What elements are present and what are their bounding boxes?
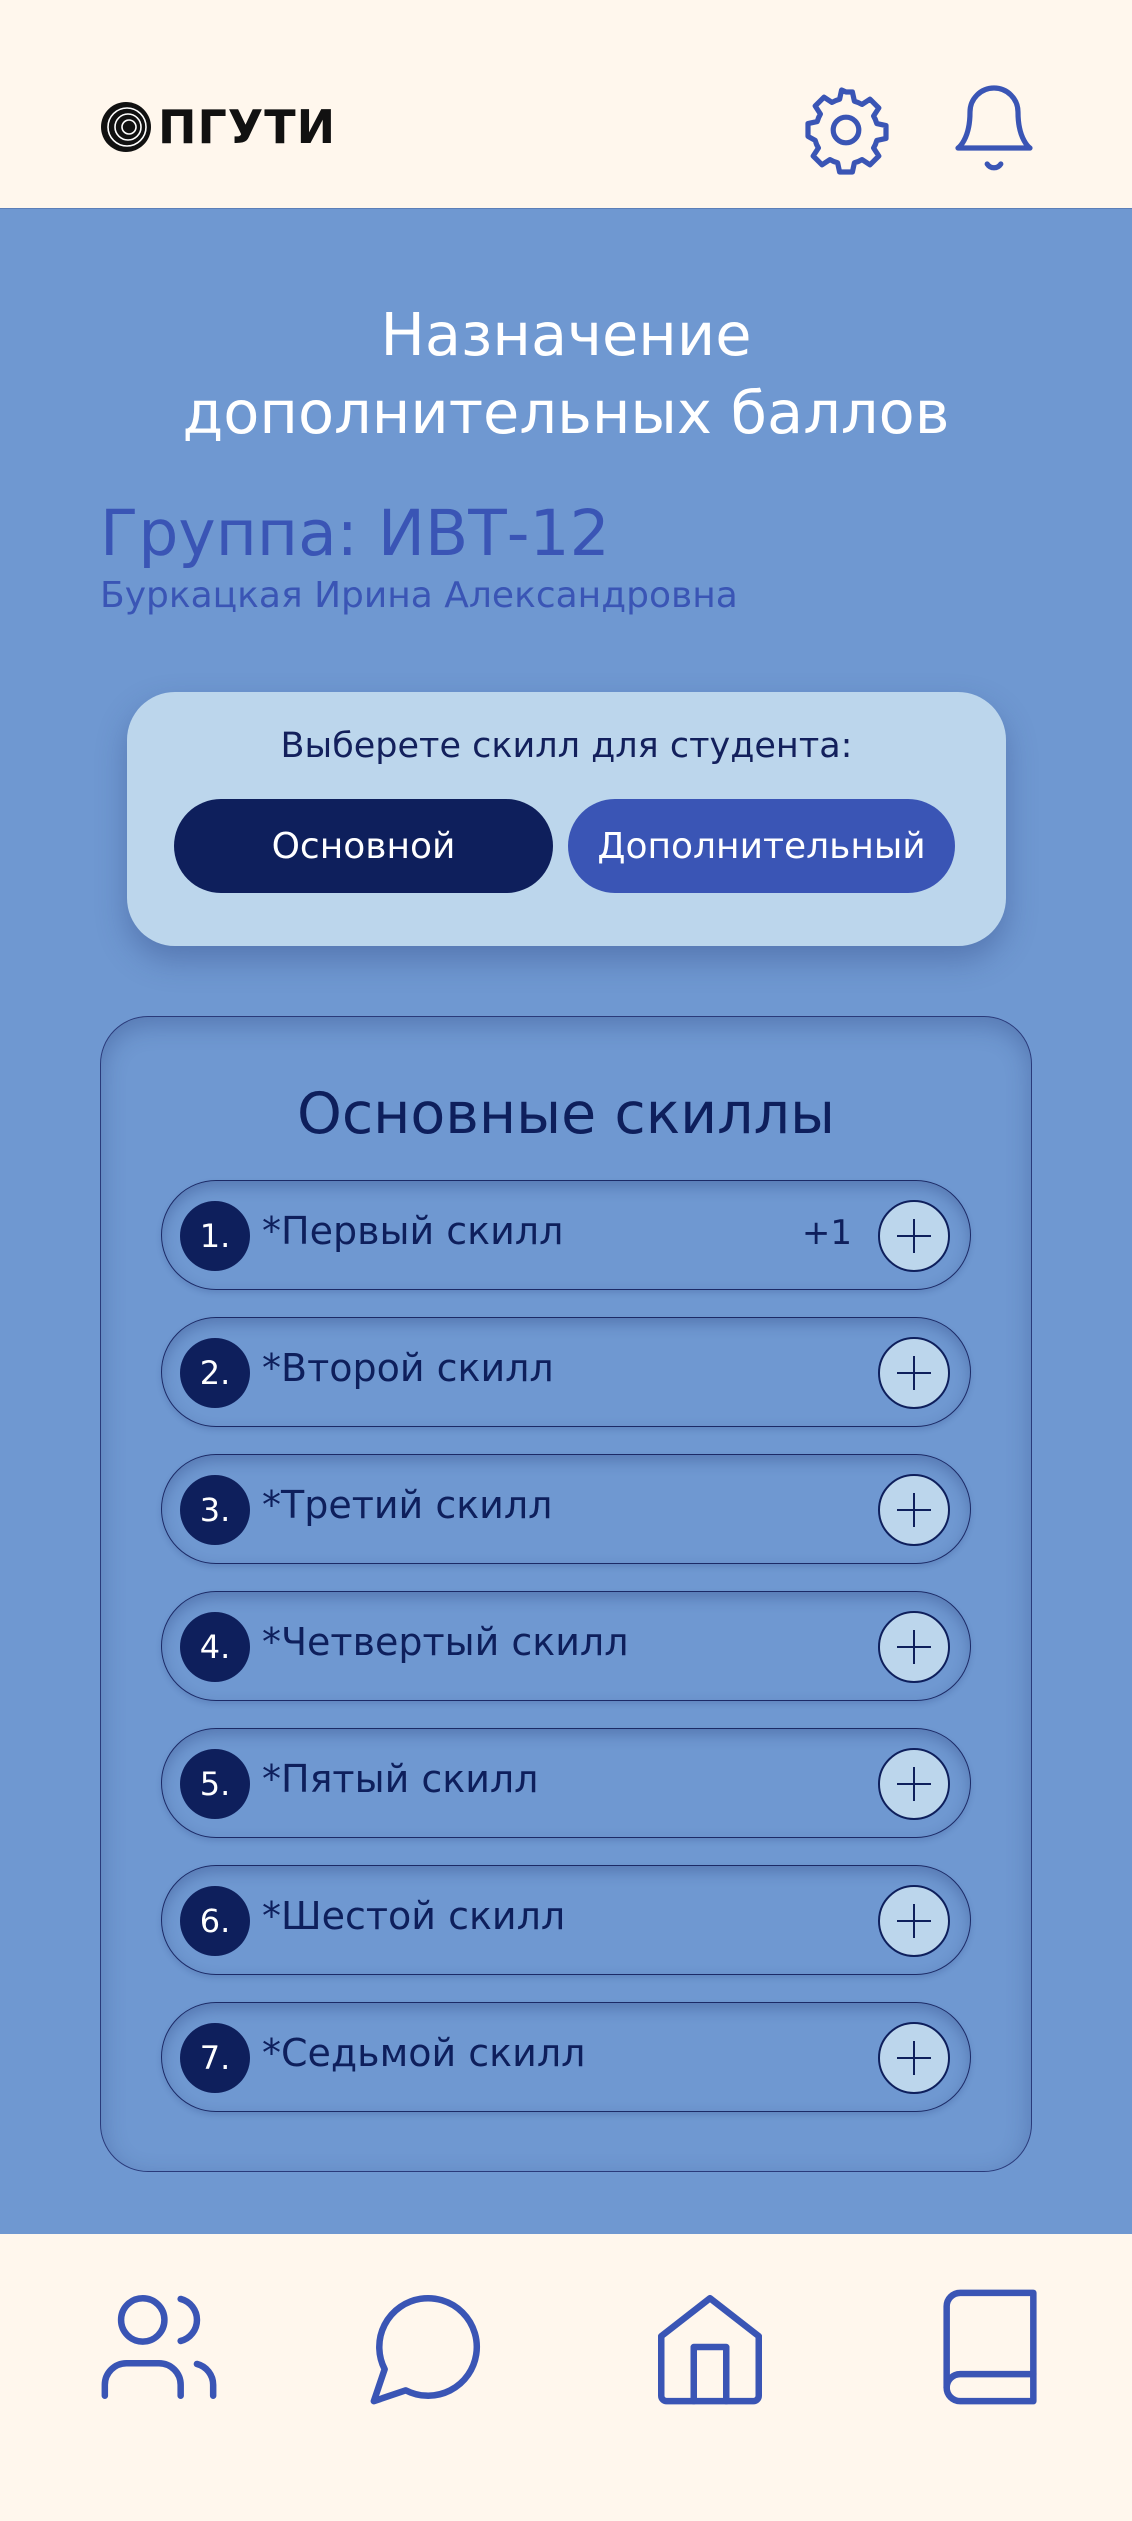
skill-name: *Второй скилл <box>262 1346 554 1390</box>
page-title: Назначение дополнительных баллов <box>0 296 1132 452</box>
add-point-icon[interactable] <box>878 1611 950 1683</box>
logo: ПГУТИ <box>100 100 336 154</box>
add-point-icon[interactable] <box>878 2022 950 2094</box>
skill-name: *Первый скилл <box>262 1209 564 1253</box>
notification-bell-icon[interactable] <box>946 80 1042 176</box>
add-point-icon[interactable] <box>878 1337 950 1409</box>
skill-number: 3. <box>180 1475 250 1545</box>
skill-row: 1. *Первый скилл +1 <box>161 1180 971 1290</box>
skill-type-chooser: Выберете скилл для студента: Основной До… <box>127 692 1006 946</box>
skill-row: 6. *Шестой скилл <box>161 1865 971 1975</box>
panel-title: Основные скиллы <box>296 1081 836 1147</box>
chooser-label: Выберете скилл для студента: <box>280 726 853 766</box>
users-icon[interactable] <box>94 2282 224 2412</box>
skill-row: 5. *Пятый скилл <box>161 1728 971 1838</box>
skill-points: +1 <box>801 1213 852 1253</box>
add-point-icon[interactable] <box>878 1748 950 1820</box>
skill-row: 3. *Третий скилл <box>161 1454 971 1564</box>
main-skill-button[interactable]: Основной <box>174 799 553 893</box>
logo-mark-icon <box>101 102 151 152</box>
skill-name: *Пятый скилл <box>262 1757 539 1801</box>
top-bar: ПГУТИ <box>0 0 1132 209</box>
page-title-line2: дополнительных баллов <box>182 378 950 447</box>
skill-name: *Седьмой скилл <box>262 2031 586 2075</box>
chat-icon[interactable] <box>363 2282 493 2412</box>
add-point-icon[interactable] <box>878 1474 950 1546</box>
book-icon[interactable] <box>925 2282 1055 2412</box>
skill-number: 4. <box>180 1612 250 1682</box>
skill-row: 2. *Второй скилл <box>161 1317 971 1427</box>
skill-name: *Шестой скилл <box>262 1894 566 1938</box>
logo-text: ПГУТИ <box>158 100 337 154</box>
skill-number: 2. <box>180 1338 250 1408</box>
skill-name: *Четвертый скилл <box>262 1620 629 1664</box>
add-point-icon[interactable] <box>878 1885 950 1957</box>
teacher-name: Буркацкая Ирина Александровна <box>100 575 738 616</box>
skill-number: 7. <box>180 2023 250 2093</box>
skill-number: 5. <box>180 1749 250 1819</box>
home-icon[interactable] <box>645 2282 775 2412</box>
skill-row: 7. *Седьмой скилл <box>161 2002 971 2112</box>
settings-gear-icon[interactable] <box>798 82 894 178</box>
bottom-nav <box>0 2234 1132 2521</box>
skill-name: *Третий скилл <box>262 1483 553 1527</box>
skill-number: 6. <box>180 1886 250 1956</box>
main-skills-panel: Основные скиллы 1. *Первый скилл +1 2. *… <box>100 1016 1032 2172</box>
skill-row: 4. *Четвертый скилл <box>161 1591 971 1701</box>
page-title-line1: Назначение <box>380 300 752 369</box>
extra-skill-button[interactable]: Дополнительный <box>568 799 955 893</box>
group-name: Группа: ИВТ-12 <box>100 497 610 570</box>
add-point-icon[interactable] <box>878 1200 950 1272</box>
skill-number: 1. <box>180 1201 250 1271</box>
